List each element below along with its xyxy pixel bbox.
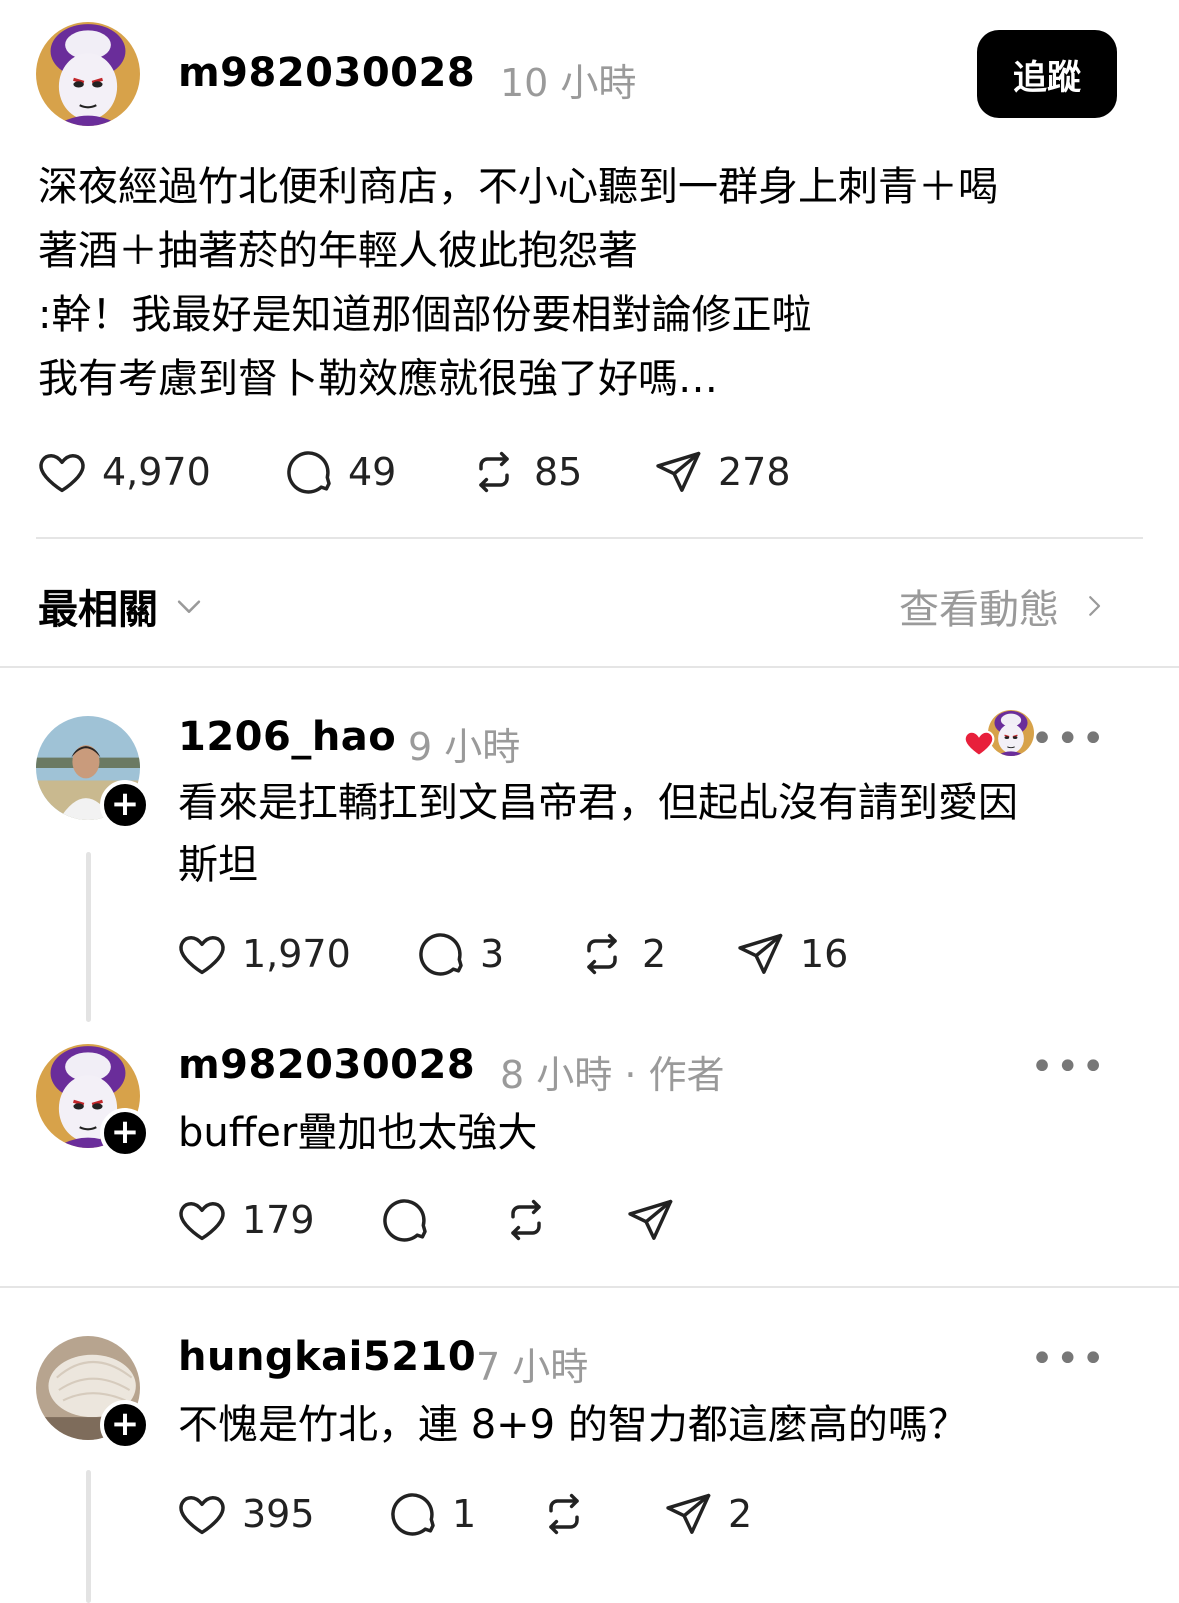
reply-body: buffer疊加也太強大 [178, 1102, 1118, 1164]
divider [36, 537, 1143, 539]
post-share-count: 278 [718, 450, 791, 494]
reply-repost-button[interactable] [538, 1488, 590, 1540]
repost-icon [538, 1488, 590, 1540]
reply-username[interactable]: hungkai5210 [178, 1334, 476, 1380]
view-activity-label: 查看動態 [899, 587, 1059, 633]
follow-plus-button[interactable]: + [100, 1400, 150, 1450]
more-dots-icon[interactable]: ••• [1030, 1044, 1107, 1090]
reply-comment-button[interactable]: 1 [386, 1488, 476, 1540]
reply-line: buffer疊加也太強大 [178, 1110, 538, 1156]
reply-repost-count: 2 [642, 932, 667, 976]
reply-share-button[interactable]: 2 [662, 1488, 752, 1540]
reply-line: 不愧是竹北，連 8+9 的智力都這麼高的嗎？ [178, 1402, 968, 1448]
reply-like-button[interactable]: 1,970 [176, 928, 351, 980]
liked-by-author-heart-icon [963, 730, 995, 758]
reply-comment-button[interactable]: 3 [414, 928, 504, 980]
reply-username[interactable]: 1206_hao [178, 714, 396, 760]
reply-share-button[interactable]: 16 [734, 928, 848, 980]
reply-line: 看來是扛轎扛到文昌帝君，但起乩沒有請到愛因 [178, 780, 1018, 826]
reply-like-count: 1,970 [242, 932, 351, 976]
reply-body: 不愧是竹北，連 8+9 的智力都這麼高的嗎？ [178, 1394, 1118, 1456]
repost-icon [500, 1194, 552, 1246]
heart-icon [176, 1194, 228, 1246]
reply-timestamp: 8 小時 · 作者 [500, 1053, 725, 1097]
heart-icon [176, 1488, 228, 1540]
more-dots-icon[interactable]: ••• [1030, 1336, 1107, 1382]
post-author-avatar[interactable] [36, 22, 140, 126]
send-icon [652, 446, 704, 498]
more-dots-icon[interactable]: ••• [1030, 716, 1107, 762]
reply-like-button[interactable]: 179 [176, 1194, 315, 1246]
sort-dropdown[interactable]: 最相關 [38, 577, 206, 635]
reply-comment-count: 3 [480, 932, 505, 976]
reply-timestamp: 9 小時 [408, 725, 521, 769]
chevron-down-icon [177, 600, 201, 613]
chevron-right-icon [1089, 596, 1101, 616]
heart-icon [176, 928, 228, 980]
send-icon [734, 928, 786, 980]
comment-bubble-icon [282, 446, 334, 498]
send-icon [662, 1488, 714, 1540]
post-author-username[interactable]: m982030028 [178, 50, 475, 96]
comment-bubble-icon [378, 1194, 430, 1246]
post-line: :幹！我最好是知道那個部份要相對論修正啦 [38, 292, 812, 338]
send-icon [624, 1194, 676, 1246]
repost-icon [468, 446, 520, 498]
divider [0, 1286, 1179, 1288]
comment-bubble-icon [414, 928, 466, 980]
post-timestamp: 10 小時 [500, 61, 637, 105]
reply-username[interactable]: m982030028 [178, 1042, 475, 1088]
reply-share-count: 2 [728, 1492, 753, 1536]
heart-icon [36, 446, 88, 498]
liked-by-author-indicator [962, 710, 1034, 760]
divider [0, 666, 1179, 668]
reply-like-button[interactable]: 395 [176, 1488, 315, 1540]
thread-line [86, 852, 91, 1022]
sort-label: 最相關 [38, 587, 158, 633]
reply-share-count: 16 [800, 932, 849, 976]
reply-comment-count: 1 [452, 1492, 477, 1536]
reply-repost-button[interactable] [500, 1194, 552, 1246]
reply-like-count: 179 [242, 1198, 315, 1242]
repost-icon [576, 928, 628, 980]
post-share-button[interactable]: 278 [652, 446, 791, 498]
view-activity-link[interactable]: 查看動態 [899, 577, 1109, 635]
post-body: 深夜經過竹北便利商店，不小心聽到一群身上刺青＋喝 著酒＋抽著菸的年輕人彼此抱怨著… [38, 155, 1148, 411]
post-like-count: 4,970 [102, 450, 211, 494]
reply-timestamp: 7 小時 [476, 1345, 589, 1389]
post-line: 著酒＋抽著菸的年輕人彼此抱怨著 [38, 228, 638, 274]
reply-repost-button[interactable]: 2 [576, 928, 666, 980]
reply-like-count: 395 [242, 1492, 315, 1536]
reply-line: 斯坦 [178, 842, 258, 888]
reply-body: 看來是扛轎扛到文昌帝君，但起乩沒有請到愛因 斯坦 [178, 772, 1118, 896]
post-line: 深夜經過竹北便利商店，不小心聽到一群身上刺青＋喝 [38, 164, 998, 210]
reply-share-button[interactable] [624, 1194, 676, 1246]
follow-plus-button[interactable]: + [100, 1108, 150, 1158]
follow-button[interactable]: 追蹤 [977, 30, 1117, 118]
reply-comment-button[interactable] [378, 1194, 430, 1246]
post-repost-count: 85 [534, 450, 583, 494]
post-comment-count: 49 [348, 450, 397, 494]
post-comment-button[interactable]: 49 [282, 446, 396, 498]
comment-bubble-icon [386, 1488, 438, 1540]
follow-plus-button[interactable]: + [100, 780, 150, 830]
thread-line [86, 1470, 91, 1603]
post-line: 我有考慮到督卜勒效應就很強了好嗎… [38, 356, 718, 402]
post-repost-button[interactable]: 85 [468, 446, 582, 498]
post-like-button[interactable]: 4,970 [36, 446, 211, 498]
